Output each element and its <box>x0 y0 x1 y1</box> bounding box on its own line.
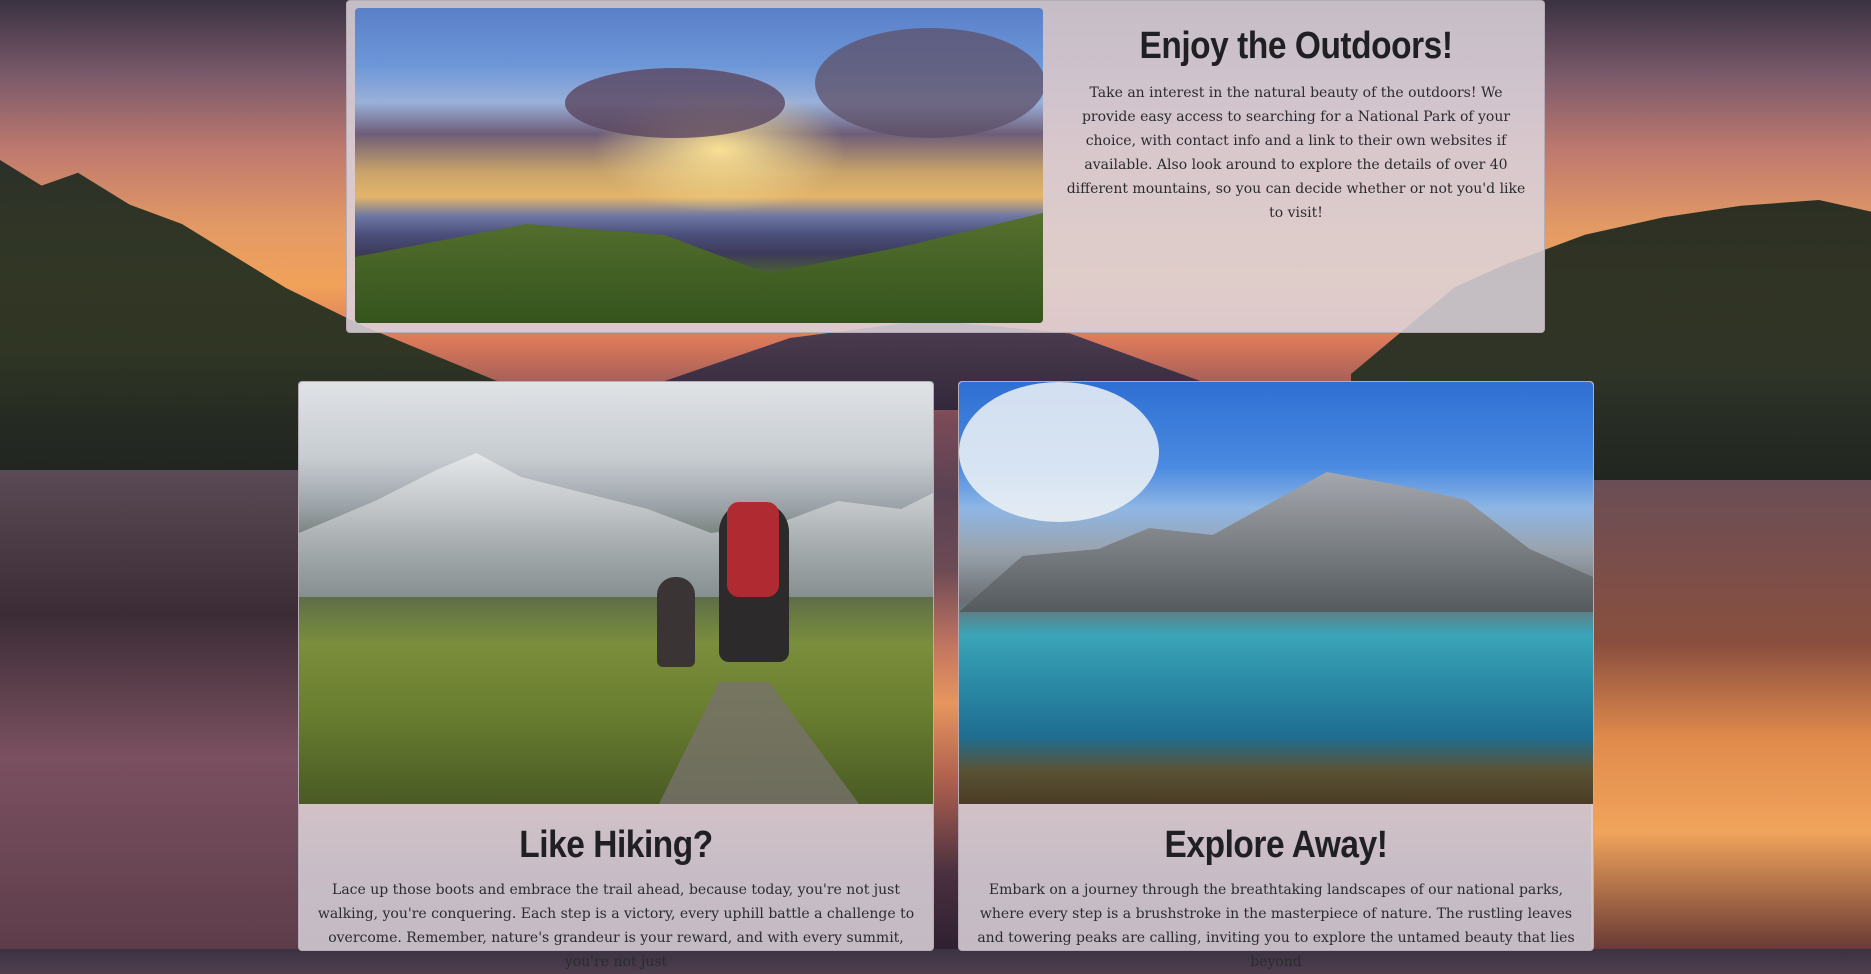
hiking-image[interactable] <box>299 382 933 804</box>
lake-reflection-right <box>1591 480 1871 949</box>
alpine-lake-image[interactable] <box>959 382 1593 804</box>
explore-title: Explore Away! <box>1164 824 1388 866</box>
hiking-title: Like Hiking? <box>519 824 713 866</box>
intro-text: Take an interest in the natural beauty o… <box>1066 85 1526 221</box>
explore-card[interactable]: Explore Away! Embark on a journey throug… <box>958 381 1594 970</box>
sunset-mountains-image <box>355 8 1043 323</box>
intro-title: Enjoy the Outdoors! <box>1139 25 1453 67</box>
hiking-card[interactable]: Like Hiking? Lace up those boots and emb… <box>298 381 934 970</box>
intro-card: Enjoy the Outdoors! Take an interest in … <box>346 0 1545 333</box>
lake-reflection-left <box>0 470 300 949</box>
explore-text: Embark on a journey through the breathta… <box>977 882 1575 970</box>
hiking-text: Lace up those boots and embrace the trai… <box>317 882 915 970</box>
